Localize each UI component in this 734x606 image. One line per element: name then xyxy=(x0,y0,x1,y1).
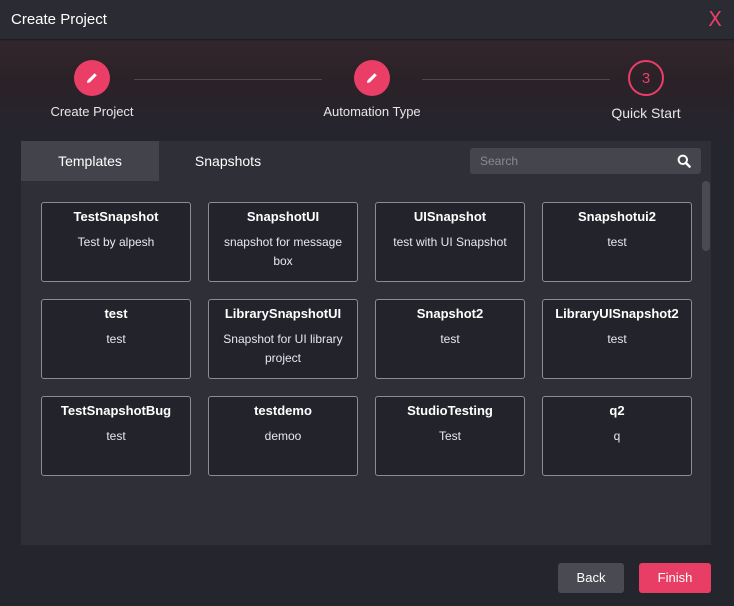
snapshot-name: SnapshotUI xyxy=(246,209,320,224)
step-done-badge xyxy=(74,60,110,96)
snapshot-description: Test by alpesh xyxy=(77,235,155,249)
snapshot-name: LibraryUISnapshot2 xyxy=(555,306,679,321)
snapshot-card[interactable]: TestSnapshot Test by alpesh xyxy=(41,202,191,282)
snapshot-name: test xyxy=(104,306,128,321)
step-connector xyxy=(422,79,610,80)
snapshot-card[interactable]: Snapshotui2 test xyxy=(542,202,692,282)
snapshot-name: TestSnapshot xyxy=(73,209,159,224)
close-icon[interactable]: X xyxy=(708,7,722,31)
snapshot-description: test with UI Snapshot xyxy=(393,235,507,249)
search-input[interactable] xyxy=(470,148,670,174)
snapshot-description: snapshot for message box xyxy=(223,235,343,268)
snapshot-description: q xyxy=(613,429,621,443)
snapshot-grid: TestSnapshot Test by alpesh SnapshotUI s… xyxy=(21,181,711,545)
snapshot-description: test xyxy=(106,332,126,346)
snapshot-name: UISnapshot xyxy=(413,209,487,224)
finish-button[interactable]: Finish xyxy=(639,563,711,593)
snapshot-name: testdemo xyxy=(254,403,312,418)
snapshot-card[interactable]: SnapshotUI snapshot for message box xyxy=(208,202,358,282)
snapshot-card[interactable]: test test xyxy=(41,299,191,379)
snapshot-card[interactable]: testdemo demoo xyxy=(208,396,358,476)
tab-bar: Templates Snapshots xyxy=(21,141,297,181)
snapshot-name: q2 xyxy=(609,403,625,418)
snapshot-card[interactable]: LibrarySnapshotUI Snapshot for UI librar… xyxy=(208,299,358,379)
snapshot-panel: Templates Snapshots TestSnapshot Test by… xyxy=(21,141,711,545)
scrollbar[interactable] xyxy=(701,181,711,545)
search-box xyxy=(470,148,701,174)
snapshot-card[interactable]: UISnapshot test with UI Snapshot xyxy=(375,202,525,282)
snapshot-name: Snapshot2 xyxy=(416,306,484,321)
scrollbar-thumb[interactable] xyxy=(702,181,710,251)
pencil-icon xyxy=(367,73,377,83)
snapshot-card[interactable]: Snapshot2 test xyxy=(375,299,525,379)
snapshot-description: Test xyxy=(438,429,461,443)
snapshot-name: Snapshotui2 xyxy=(577,209,656,224)
snapshot-card[interactable]: TestSnapshotBug test xyxy=(41,396,191,476)
step-connector xyxy=(134,79,322,80)
tab-templates[interactable]: Templates xyxy=(21,141,159,181)
dialog-titlebar: Create Project X xyxy=(0,0,734,40)
snapshot-name: TestSnapshotBug xyxy=(60,403,172,418)
step-quick-start: 3 Quick Start xyxy=(606,60,686,121)
step-done-badge xyxy=(354,60,390,96)
snapshot-description: test xyxy=(607,235,627,249)
snapshot-description: Snapshot for UI library project xyxy=(223,332,343,365)
pencil-icon xyxy=(87,73,97,83)
snapshot-name: LibrarySnapshotUI xyxy=(224,306,342,321)
snapshot-card[interactable]: LibraryUISnapshot2 test xyxy=(542,299,692,379)
snapshot-description: demoo xyxy=(264,429,302,443)
snapshot-name: StudioTesting xyxy=(407,403,493,418)
step-automation-type: Automation Type xyxy=(317,60,427,119)
snapshot-description: test xyxy=(106,429,126,443)
snapshot-card[interactable]: StudioTesting Test xyxy=(375,396,525,476)
snapshot-card[interactable]: q2 q xyxy=(542,396,692,476)
step-label: Create Project xyxy=(50,104,134,119)
search-icon[interactable] xyxy=(677,154,691,168)
step-label: Automation Type xyxy=(323,104,421,119)
tab-snapshots[interactable]: Snapshots xyxy=(159,141,297,181)
dialog-title: Create Project xyxy=(11,11,107,28)
snapshot-description: test xyxy=(607,332,627,346)
step-create-project: Create Project xyxy=(47,60,137,119)
back-button[interactable]: Back xyxy=(558,563,624,593)
step-number-badge: 3 xyxy=(628,60,664,96)
step-label: Quick Start xyxy=(611,105,681,121)
snapshot-description: test xyxy=(440,332,460,346)
